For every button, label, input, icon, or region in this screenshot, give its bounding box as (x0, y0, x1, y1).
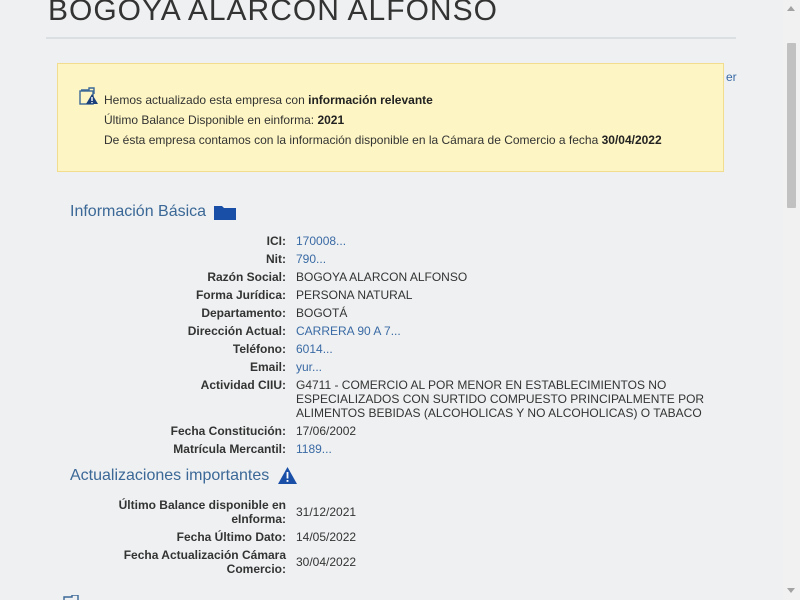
warning-icon (278, 467, 297, 489)
field-label: Email: (249, 360, 286, 374)
updates-heading-text: Actualizaciones importantes (70, 467, 270, 484)
notice-bold: información relevante (308, 93, 433, 107)
company-title: BOGOYA ALARCON ALFONSO (48, 0, 498, 27)
scroll-up-arrow-icon[interactable] (787, 6, 795, 11)
field-value-link[interactable]: 1189... (296, 442, 332, 456)
notice-text: De ésta empresa contamos con la informac… (104, 133, 602, 147)
field-value: 14/05/2022 (296, 530, 357, 544)
field-value-link[interactable]: 6014... (296, 342, 333, 356)
field-label: Actividad CIIU: (200, 378, 286, 392)
vertical-scrollbar[interactable] (783, 0, 800, 600)
notice-line-1: Hemos actualizado esta empresa con infor… (104, 93, 433, 107)
notice-line-3: De ésta empresa contamos con la informac… (104, 133, 662, 147)
folder-icon (214, 205, 236, 225)
field-label: Fecha Último Dato: (176, 530, 286, 544)
field-value: 17/06/2002 (296, 424, 357, 438)
field-label: Último Balance disponible en (118, 498, 286, 512)
notice-text: Hemos actualizado esta empresa con (104, 93, 309, 107)
field-label: Forma Jurídica: (195, 288, 286, 302)
notice-text: Último Balance Disponible en einforma: (104, 113, 318, 127)
page-content: BOGOYA ALARCON ALFONSO er Hemos actualiz… (0, 0, 783, 600)
notice-bold: 30/04/2022 (601, 133, 662, 147)
field-value: 31/12/2021 (296, 505, 357, 519)
title-divider (46, 37, 736, 39)
field-value: BOGOYA ALARCON ALFONSO (296, 270, 468, 284)
field-label: Matrícula Mercantil: (173, 442, 286, 456)
notice-line-2: Último Balance Disponible en einforma: 2… (104, 113, 344, 127)
field-value: ALIMENTOS BEBIDAS (ALCOHOLICAS Y NO ALCO… (296, 406, 702, 420)
field-value-link[interactable]: yur... (296, 360, 322, 374)
field-label: Fecha Constitución: (170, 424, 286, 438)
field-label: Teléfono: (232, 342, 286, 356)
field-value: G4711 - COMERCIO AL POR MENOR EN ESTABLE… (296, 378, 667, 392)
document-icon (62, 592, 84, 600)
field-label: Comercio: (226, 562, 286, 576)
scrollbar-thumb[interactable] (787, 43, 796, 208)
field-value: 30/04/2022 (296, 555, 357, 569)
field-value: PERSONA NATURAL (296, 288, 413, 302)
field-label: Nit: (266, 252, 286, 266)
field-label: Dirección Actual: (187, 324, 286, 338)
field-value: BOGOTÁ (296, 306, 348, 320)
field-label: ICI: (266, 234, 286, 248)
updates-heading: Actualizaciones importantes (70, 467, 297, 485)
side-link[interactable]: er (726, 70, 737, 84)
basic-info-heading: Información Básica (70, 203, 236, 221)
document-alert-icon (78, 86, 100, 111)
field-label: Fecha Actualización Cámara (123, 548, 286, 562)
field-value-link[interactable]: 790... (296, 252, 326, 266)
basic-info-heading-text: Información Básica (70, 203, 207, 220)
field-label: eInforma: (231, 512, 286, 526)
scroll-down-arrow-icon[interactable] (787, 588, 795, 593)
update-notice: Hemos actualizado esta empresa con infor… (57, 63, 724, 172)
field-value-link[interactable]: 170008... (296, 234, 346, 248)
field-value-link[interactable]: CARRERA 90 A 7... (296, 324, 401, 338)
field-label: Departamento: (201, 306, 286, 320)
notice-bold: 2021 (317, 113, 345, 127)
field-value: ESPECIALIZADOS CON SURTIDO COMPUESTO PRI… (296, 392, 705, 406)
field-label: Razón Social: (207, 270, 286, 284)
